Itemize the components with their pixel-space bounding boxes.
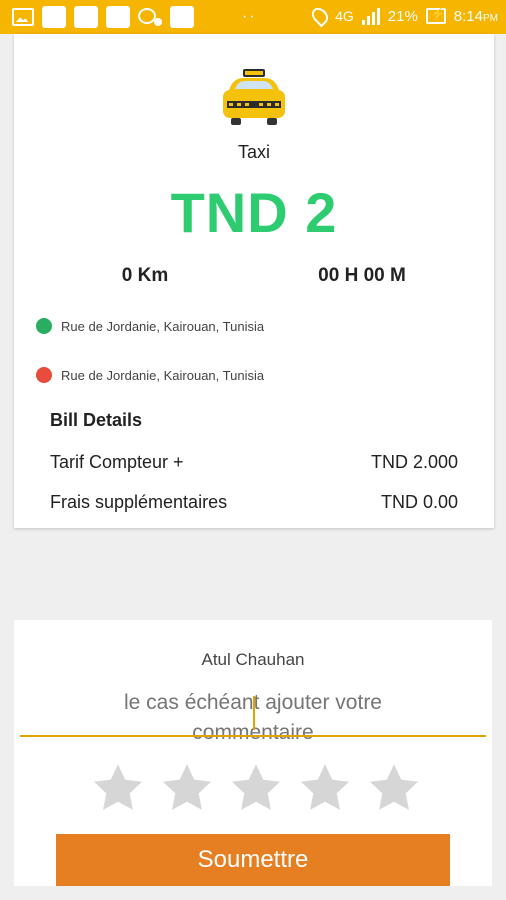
taxi-icon <box>223 69 285 125</box>
trip-summary-card: Taxi TND 2 0 Km 00 H 00 M Rue de Jordani… <box>14 34 494 528</box>
message-icon <box>138 6 162 28</box>
star-3-icon[interactable] <box>228 760 284 816</box>
notification-icon <box>170 6 194 28</box>
trip-fare: TND 2 <box>170 181 338 244</box>
pickup-dot-icon <box>36 318 52 334</box>
vehicle-type: Taxi <box>237 142 270 162</box>
pickup-location: Rue de Jordanie, Kairouan, Tunisia <box>36 318 264 334</box>
clock: 8:14PM <box>454 8 498 25</box>
clock-ampm: PM <box>483 12 498 24</box>
dropoff-address: Rue de Jordanie, Kairouan, Tunisia <box>61 367 265 383</box>
notification-icon <box>106 6 130 28</box>
submit-button[interactable]: Soumettre <box>56 834 450 886</box>
location-icon <box>308 4 332 28</box>
text-cursor <box>253 696 255 730</box>
star-1-icon[interactable] <box>90 760 146 816</box>
bill-row-label: Frais supplémentaires <box>50 492 228 512</box>
star-2-icon[interactable] <box>159 760 215 816</box>
dropoff-location: Rue de Jordanie, Kairouan, Tunisia <box>36 367 264 383</box>
network-type: 4G <box>335 8 354 24</box>
rating-card: Atul Chauhan Soumettre <box>14 620 492 886</box>
driver-name: Atul Chauhan <box>201 650 305 669</box>
clock-time: 8:14 <box>453 7 483 25</box>
star-4-icon[interactable] <box>297 760 353 816</box>
bill-details-title: Bill Details <box>50 410 143 430</box>
trip-duration: 00 H 00 M <box>318 265 406 286</box>
comment-underline <box>20 735 486 737</box>
star-5-icon[interactable] <box>366 760 422 816</box>
status-bar: ·· 4G 21% 8:14PM <box>0 0 506 34</box>
trip-distance: 0 Km <box>121 265 169 286</box>
more-notifications-icon: ·· <box>242 8 257 25</box>
pickup-address: Rue de Jordanie, Kairouan, Tunisia <box>61 318 265 334</box>
battery-charging-icon <box>425 7 446 24</box>
bill-row: Tarif Compteur + TND 2.000 <box>50 452 458 473</box>
star-rating[interactable] <box>90 760 422 816</box>
bill-row-value: TND 0.00 <box>380 492 458 512</box>
gallery-icon <box>12 8 34 26</box>
bill-row: Frais supplémentaires TND 0.00 <box>50 492 458 513</box>
notification-icon <box>74 6 98 28</box>
signal-icon <box>361 7 380 25</box>
bill-row-label: Tarif Compteur + <box>50 452 184 472</box>
dropoff-dot-icon <box>36 367 52 383</box>
battery-percent: 21% <box>387 7 418 25</box>
bill-row-value: TND 2.000 <box>370 452 458 472</box>
notification-icon <box>42 6 66 28</box>
